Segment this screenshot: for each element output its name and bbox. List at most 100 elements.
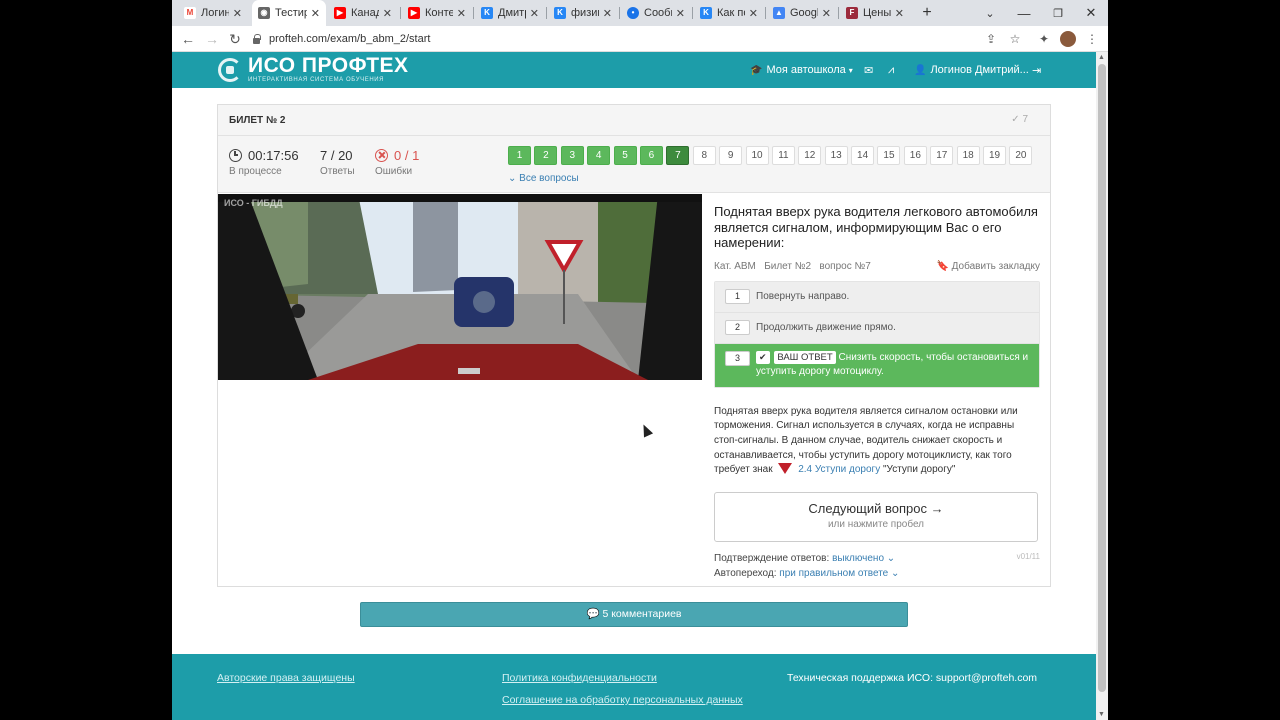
question-number-9[interactable]: 9 (719, 146, 743, 165)
share-icon[interactable]: ⇪ (983, 31, 999, 47)
scroll-up-icon[interactable]: ▲ (1098, 54, 1105, 61)
question-number-20[interactable]: 20 (1009, 146, 1033, 165)
scrollbar-thumb[interactable] (1098, 64, 1106, 692)
question-number-7[interactable]: 7 (666, 146, 690, 165)
tab-google-scholar[interactable]: ▲ Google ✕ (767, 0, 837, 26)
all-questions-toggle[interactable]: ⌄ Все вопросы (508, 173, 579, 184)
tab-messages[interactable]: • Сообщ ✕ (621, 0, 691, 26)
tab-gmail[interactable]: M Логин ✕ (178, 0, 248, 26)
browser-toolbar: ← → ↻ profteh.com/exam/b_abm_2/start ⇪ ☆… (172, 26, 1108, 52)
tab-profteh[interactable]: ◉ Тестир ✕ (252, 0, 326, 26)
check-count: ✓ 7 (1011, 114, 1028, 125)
nav-mail[interactable]: ✉ (864, 52, 873, 88)
chevron-down-icon: ▾ (848, 65, 853, 75)
google-scholar-icon: ▲ (773, 7, 785, 19)
tab-vk-2[interactable]: K физик ✕ (548, 0, 618, 26)
close-icon[interactable]: ✕ (676, 7, 685, 20)
autoadvance-setting-toggle[interactable]: при правильном ответе ⌄ (779, 568, 899, 579)
yield-sign-icon (778, 463, 793, 475)
question-number-6[interactable]: 6 (639, 146, 663, 165)
close-icon[interactable]: ✕ (603, 7, 612, 20)
tab-vk-1[interactable]: K Дмитр ✕ (475, 0, 545, 26)
extensions-icon[interactable]: ✦ (1036, 31, 1052, 47)
your-answer-badge: ВАШ ОТВЕТ (774, 350, 836, 364)
bookmark-star-icon[interactable]: ☆ (1007, 31, 1023, 47)
nav-my-school[interactable]: 🎓 Моя автошкола ▾ (750, 52, 853, 88)
question-number-8[interactable]: 8 (692, 146, 716, 165)
question-number-15[interactable]: 15 (877, 146, 901, 165)
forward-icon[interactable]: → (203, 30, 221, 48)
question-number-10[interactable]: 10 (745, 146, 769, 165)
copyright-link[interactable]: Авторские права защищены (217, 672, 355, 684)
close-icon[interactable]: ✕ (383, 7, 392, 20)
question-number-17[interactable]: 17 (930, 146, 954, 165)
page-scrollbar[interactable]: ▲ ▼ (1096, 52, 1108, 720)
question-number-4[interactable]: 4 (587, 146, 611, 165)
answer-list: 1 Повернуть направо. 2 Продолжить движен… (714, 280, 1040, 388)
close-window-icon[interactable]: ✕ (1076, 0, 1106, 26)
new-tab-button[interactable]: + (912, 0, 942, 26)
sign-link[interactable]: 2.4 Уступи дорогу (798, 464, 880, 475)
question-number-1[interactable]: 1 (508, 146, 531, 165)
question-number-19[interactable]: 19 (983, 146, 1007, 165)
site-logo[interactable]: ИСО ПРОФТЕХ ИНТЕРАКТИВНАЯ СИСТЕМА ОБУЧЕН… (218, 55, 409, 84)
avatar[interactable] (1060, 31, 1076, 47)
errors-stat: 0 / 1 Ошибки (375, 148, 420, 177)
close-icon[interactable]: ✕ (311, 7, 320, 20)
stats-bar: 00:17:56 В процессе 7 / 20 Ответы 0 / 1 … (218, 136, 1050, 193)
close-icon[interactable]: ✕ (457, 7, 466, 20)
close-icon[interactable]: ✕ (530, 7, 539, 20)
answer-option-2[interactable]: 2 Продолжить движение прямо. (715, 312, 1039, 344)
close-icon[interactable]: ✕ (895, 7, 904, 20)
question-number-14[interactable]: 14 (851, 146, 875, 165)
gmail-icon: M (184, 7, 196, 19)
tab-prices[interactable]: F Цены ✕ (840, 0, 910, 26)
back-icon[interactable]: ← (179, 30, 197, 48)
nav-user[interactable]: 👤 Логинов Дмитрий... (914, 52, 1029, 88)
vk-icon: K (554, 7, 566, 19)
question-number-5[interactable]: 5 (613, 146, 637, 165)
confirm-setting-toggle[interactable]: выключено ⌄ (832, 553, 895, 564)
nav-logout[interactable]: ⇥ (1032, 52, 1041, 88)
question-number-12[interactable]: 12 (798, 146, 822, 165)
question-number-13[interactable]: 13 (824, 146, 848, 165)
next-question-button[interactable]: Следующий вопрос → или нажмите пробел (714, 492, 1038, 543)
restore-icon[interactable]: ❐ (1043, 0, 1073, 26)
question-number-3[interactable]: 3 (560, 146, 584, 165)
privacy-link[interactable]: Политика конфиденциальности (502, 672, 657, 684)
reload-icon[interactable]: ↻ (226, 30, 244, 48)
minimize-icon[interactable]: — (1009, 0, 1039, 26)
menu-icon[interactable]: ⋮ (1084, 31, 1100, 47)
settings: Подтверждение ответов: выключено ⌄ Автоп… (714, 551, 1040, 581)
nav-stats[interactable]: ⩘ (888, 52, 894, 88)
close-icon[interactable]: ✕ (749, 7, 758, 20)
chart-icon: ⩘ (888, 63, 895, 76)
close-icon[interactable]: ✕ (233, 7, 242, 20)
site-header: ИСО ПРОФТЕХ ИНТЕРАКТИВНАЯ СИСТЕМА ОБУЧЕН… (172, 52, 1096, 88)
close-icon[interactable]: ✕ (822, 7, 831, 20)
comments-icon: 💬 (586, 608, 600, 620)
question-number-11[interactable]: 11 (771, 146, 795, 165)
tab-search-icon[interactable]: ⌄ (975, 0, 1005, 26)
question-number-18[interactable]: 18 (956, 146, 980, 165)
answer-option-1[interactable]: 1 Повернуть направо. (715, 281, 1039, 313)
ticket-header: БИЛЕТ № 2 ✓ 7 (218, 105, 1050, 136)
tab-vk-3[interactable]: K Как по ✕ (694, 0, 764, 26)
tab-youtube-2[interactable]: ▶ Конте ✕ (402, 0, 472, 26)
scroll-down-icon[interactable]: ▼ (1098, 711, 1105, 718)
tab-youtube-1[interactable]: ▶ Канада ✕ (328, 0, 398, 26)
agreement-link[interactable]: Соглашение на обработку персональных дан… (502, 694, 743, 706)
answers-stat: 7 / 20 Ответы (320, 148, 355, 177)
question-image: ИСО - ГИБДД (218, 194, 702, 380)
question-number-16[interactable]: 16 (903, 146, 927, 165)
youtube-icon: ▶ (408, 7, 420, 19)
bookmark-icon: 🔖 (936, 260, 949, 272)
site-footer: Авторские права защищены Политика конфид… (172, 654, 1096, 720)
add-bookmark-button[interactable]: 🔖 Добавить закладку (936, 261, 1040, 272)
site-icon: F (846, 7, 858, 19)
question-text: Поднятая вверх рука водителя легкового а… (714, 204, 1038, 250)
question-number-2[interactable]: 2 (534, 146, 558, 165)
answer-option-3[interactable]: 3 ✔ ВАШ ОТВЕТ Снизить скорость, чтобы ос… (715, 343, 1039, 387)
comments-button[interactable]: 💬 5 комментариев (360, 602, 908, 627)
address-bar[interactable]: profteh.com/exam/b_abm_2/start (252, 28, 1042, 50)
